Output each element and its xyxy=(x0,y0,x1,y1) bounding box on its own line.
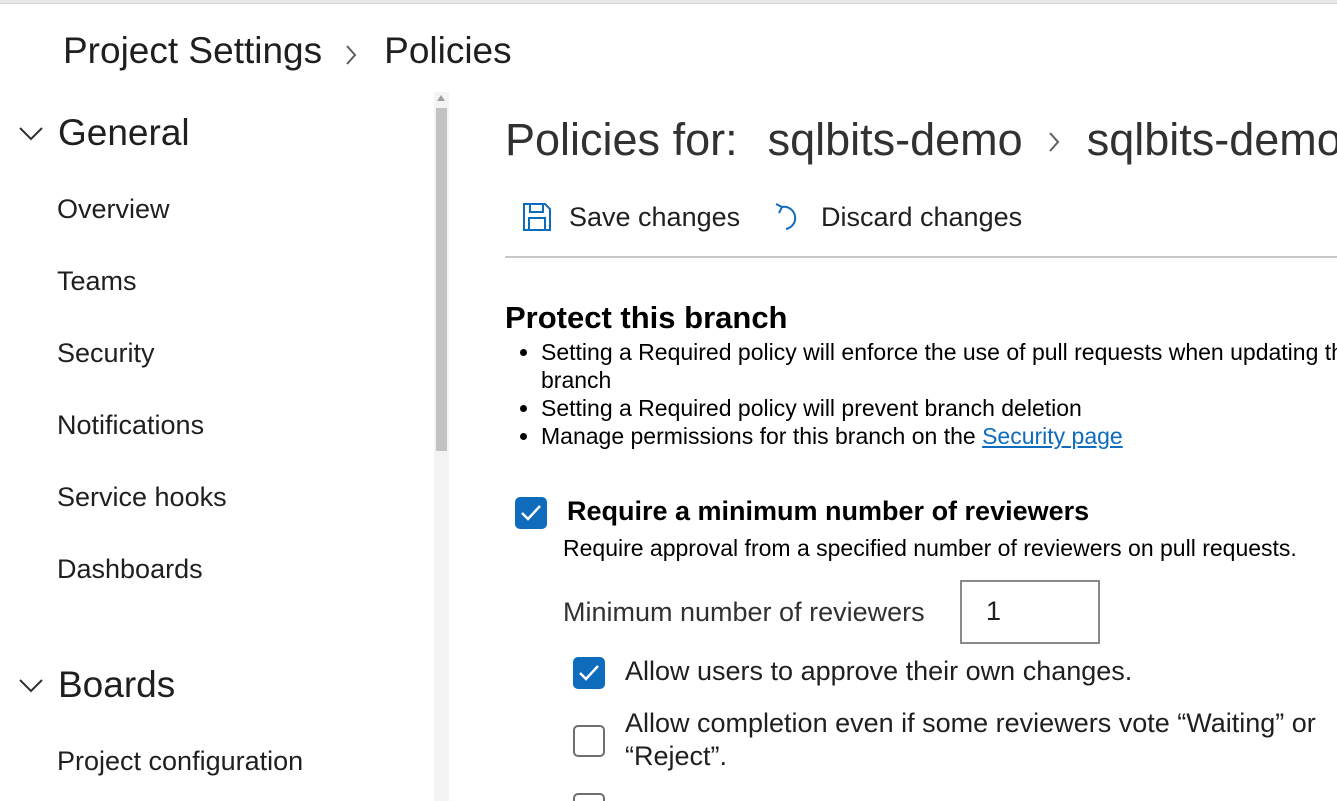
approve-own-changes-checkbox[interactable] xyxy=(573,657,605,689)
next-option-checkbox[interactable] xyxy=(573,793,605,801)
discard-changes-button[interactable]: Discard changes xyxy=(773,192,1022,242)
security-page-link[interactable]: Security page xyxy=(982,423,1123,449)
checkmark-icon xyxy=(521,505,541,521)
list-item-text: Manage permissions for this branch on th… xyxy=(541,423,983,449)
top-border xyxy=(0,0,1337,4)
sidebar-item-security[interactable]: Security xyxy=(57,338,155,369)
chevron-down-icon xyxy=(19,679,43,693)
save-icon xyxy=(523,203,551,231)
nav-group-label: General xyxy=(58,112,190,153)
min-reviewers-label: Minimum number of reviewers xyxy=(563,597,925,627)
list-item: Manage permissions for this branch on th… xyxy=(541,422,1337,450)
list-item: Setting a Required policy will enforce t… xyxy=(541,338,1337,394)
policies-for-label: Policies for: xyxy=(505,114,738,165)
nav-group-label: Boards xyxy=(58,664,176,705)
min-reviewers-input[interactable]: 1 xyxy=(960,580,1100,644)
breadcrumb-project-settings[interactable]: Project Settings xyxy=(63,30,322,72)
sidebar-item-project-configuration[interactable]: Project configuration xyxy=(57,746,303,777)
nav-group-boards[interactable]: Boards xyxy=(18,664,175,706)
allow-completion-label: Allow completion even if some reviewers … xyxy=(625,708,1316,771)
approve-own-changes-label: Allow users to approve their own changes… xyxy=(625,656,1133,686)
policies-header: Policies for: sqlbits-demo sqlbits-demo … xyxy=(505,114,1337,166)
chevron-down-icon xyxy=(19,127,43,141)
allow-completion-checkbox[interactable] xyxy=(573,725,605,757)
breadcrumb: Project Settings Policies xyxy=(63,30,512,72)
sidebar-item-teams[interactable]: Teams xyxy=(57,266,137,297)
save-changes-button[interactable]: Save changes xyxy=(521,192,740,242)
scroll-up-arrow-icon[interactable] xyxy=(437,95,445,101)
path-segment[interactable]: sqlbits-demo xyxy=(768,114,1023,166)
sidebar-item-notifications[interactable]: Notifications xyxy=(57,410,204,441)
scrollbar-thumb[interactable] xyxy=(436,108,447,451)
undo-icon xyxy=(775,203,797,230)
chevron-right-icon xyxy=(1047,114,1063,166)
settings-sidebar: General Overview Teams Security Notifica… xyxy=(0,92,434,801)
chevron-right-icon xyxy=(344,44,358,65)
sidebar-item-service-hooks[interactable]: Service hooks xyxy=(57,482,227,513)
policies-panel: Policies for: sqlbits-demo sqlbits-demo … xyxy=(505,92,1337,801)
policies-toolbar: Save changes Discard changes xyxy=(505,192,1337,258)
protect-branch-notes: Setting a Required policy will enforce t… xyxy=(505,338,1337,450)
path-segment[interactable]: sqlbits-demo xyxy=(1087,114,1337,166)
sidebar-item-dashboards[interactable]: Dashboards xyxy=(57,554,203,585)
sidebar-scrollbar[interactable] xyxy=(434,92,449,801)
list-item: Setting a Required policy will prevent b… xyxy=(541,394,1337,422)
breadcrumb-policies: Policies xyxy=(384,30,512,71)
require-reviewers-description: Require approval from a specified number… xyxy=(563,535,1297,561)
require-reviewers-checkbox[interactable] xyxy=(515,497,547,529)
checkmark-icon xyxy=(579,665,599,681)
save-changes-label: Save changes xyxy=(569,201,741,232)
require-reviewers-title: Require a minimum number of reviewers xyxy=(567,496,1090,526)
discard-changes-label: Discard changes xyxy=(821,201,1023,232)
protect-branch-title: Protect this branch xyxy=(505,300,788,335)
nav-group-general[interactable]: General xyxy=(18,112,190,154)
sidebar-item-overview[interactable]: Overview xyxy=(57,194,170,225)
